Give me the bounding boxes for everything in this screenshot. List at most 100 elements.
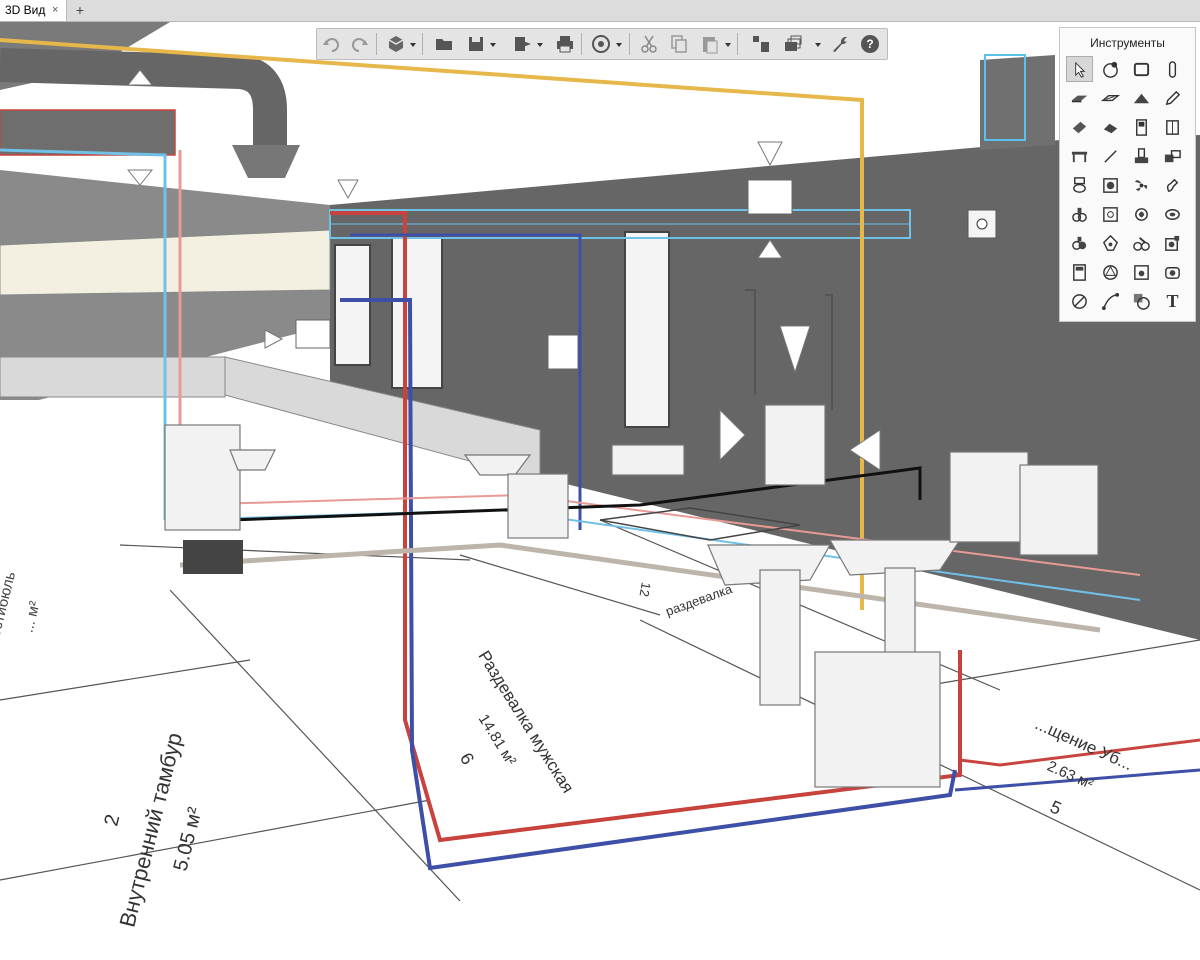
close-icon[interactable]: × xyxy=(52,0,58,21)
room-number: 2 xyxy=(100,812,125,829)
chevron-down-icon xyxy=(725,43,731,47)
table-tool-button[interactable] xyxy=(1066,143,1093,169)
help-button[interactable]: ? xyxy=(859,33,881,55)
open-button[interactable] xyxy=(433,33,455,55)
window-tool-button[interactable] xyxy=(1159,114,1186,140)
heater-tool-icon xyxy=(1103,206,1118,222)
wall-tool-icon xyxy=(1133,62,1150,76)
duct-fitting-tool-button[interactable] xyxy=(1159,143,1186,169)
export-button[interactable] xyxy=(511,33,533,55)
export-dropdown[interactable] xyxy=(536,33,544,55)
valve-tool-button[interactable] xyxy=(1159,172,1186,198)
cursor-tool-icon xyxy=(1075,61,1086,78)
print-icon xyxy=(557,36,573,53)
pump-tool-button[interactable] xyxy=(1066,201,1093,227)
mixer-tool-button[interactable] xyxy=(1128,230,1155,256)
heater-tool-button[interactable] xyxy=(1097,201,1124,227)
roof-tool-icon xyxy=(1133,93,1150,103)
slab-tool-icon xyxy=(1071,95,1088,102)
panel-title: Инструменты xyxy=(1090,36,1165,50)
room-number: 6 xyxy=(455,749,479,769)
radiator-tool-button[interactable] xyxy=(1128,201,1155,227)
line-tool-button[interactable] xyxy=(1097,143,1124,169)
redo-button[interactable] xyxy=(348,33,370,55)
filter-tool-icon xyxy=(1072,236,1087,250)
paste-button[interactable] xyxy=(699,33,721,55)
measure-tool-button[interactable] xyxy=(1066,288,1093,314)
viewport-3d[interactable]: Вестибюль ... м² 2 Внутренний тамбур 5.0… xyxy=(0,22,1200,930)
beam-tool-button[interactable] xyxy=(1066,114,1093,140)
boiler-tool-icon xyxy=(1103,177,1118,193)
stair-tool-button[interactable] xyxy=(1097,114,1124,140)
open-folder-icon xyxy=(436,39,452,50)
hatch-tool-button[interactable] xyxy=(1128,288,1155,314)
meter-tool-icon xyxy=(1134,264,1149,280)
cabinet-tool-button[interactable] xyxy=(1066,259,1093,285)
filter-tool-button[interactable] xyxy=(1066,230,1093,256)
roof-tool-button[interactable] xyxy=(1128,85,1155,111)
undo-button[interactable] xyxy=(321,33,343,55)
fan-tool-button[interactable] xyxy=(1128,172,1155,198)
layers-dropdown[interactable] xyxy=(814,33,822,55)
room-area: 2.63 м² xyxy=(1044,757,1096,794)
measure-tool-icon xyxy=(1072,293,1087,309)
beam-tool-icon xyxy=(1072,121,1087,133)
door-tool-icon xyxy=(1136,118,1147,136)
tab-bar: 3D Вид × + xyxy=(0,0,1200,22)
layers-button[interactable] xyxy=(782,33,804,55)
table-tool-icon xyxy=(1071,151,1088,162)
toilet-tool-button[interactable] xyxy=(1066,172,1093,198)
camera-tool-button[interactable] xyxy=(1159,259,1186,285)
pipe-fitting-tool-icon xyxy=(1134,147,1149,163)
camera-tool-icon xyxy=(1165,266,1180,279)
print-button[interactable] xyxy=(554,33,576,55)
gear-tool-button[interactable] xyxy=(1097,259,1124,285)
add-tab-button[interactable]: + xyxy=(72,0,88,21)
socket-tool-button[interactable] xyxy=(1159,230,1186,256)
chevron-down-icon xyxy=(616,43,622,47)
tank-tool-button[interactable] xyxy=(1159,201,1186,227)
settings-button[interactable] xyxy=(829,33,851,55)
save-dropdown[interactable] xyxy=(489,33,497,55)
pipe-fitting-tool-button[interactable] xyxy=(1128,143,1155,169)
route-tool-icon xyxy=(1101,292,1120,310)
mixer-tool-icon xyxy=(1133,236,1150,251)
text-tool-button[interactable]: T xyxy=(1159,288,1186,314)
cursor-tool-button[interactable] xyxy=(1066,56,1093,82)
view-3d-button[interactable] xyxy=(385,33,407,55)
node-tool-button[interactable] xyxy=(1097,56,1124,82)
slab-tool-button[interactable] xyxy=(1066,85,1093,111)
save-button[interactable] xyxy=(465,33,487,55)
node-tool-icon xyxy=(1103,61,1118,78)
floor-tool-button[interactable] xyxy=(1097,85,1124,111)
meter-tool-button[interactable] xyxy=(1128,259,1155,285)
copy-icon xyxy=(671,35,687,53)
properties-button[interactable] xyxy=(750,33,772,55)
wall-tool-button[interactable] xyxy=(1128,56,1155,82)
wrench-icon xyxy=(833,36,847,52)
column-tool-button[interactable] xyxy=(1159,56,1186,82)
route-tool-button[interactable] xyxy=(1097,288,1124,314)
toilet-tool-icon xyxy=(1073,176,1086,193)
window-tool-icon xyxy=(1166,119,1179,135)
lamp-tool-button[interactable] xyxy=(1097,230,1124,256)
pencil-tool-icon xyxy=(1165,90,1181,105)
door-tool-button[interactable] xyxy=(1128,114,1155,140)
pencil-tool-button[interactable] xyxy=(1159,85,1186,111)
paste-dropdown[interactable] xyxy=(724,33,732,55)
room-name: Вестибюль xyxy=(0,569,19,649)
tab-3d-view[interactable]: 3D Вид × xyxy=(0,0,67,21)
copy-button[interactable] xyxy=(668,33,690,55)
main-toolbar: ? xyxy=(316,28,888,60)
view-3d-dropdown[interactable] xyxy=(409,33,417,55)
render-dropdown[interactable] xyxy=(615,33,623,55)
room-area: 14.81 м² xyxy=(474,711,520,769)
render-settings-button[interactable] xyxy=(590,33,612,55)
chevron-down-icon xyxy=(537,43,543,47)
cabinet-tool-icon xyxy=(1073,263,1086,281)
svg-text:?: ? xyxy=(866,37,873,51)
help-icon: ? xyxy=(861,35,879,53)
boiler-tool-button[interactable] xyxy=(1097,172,1124,198)
lamp-tool-icon xyxy=(1102,234,1119,251)
cut-button[interactable] xyxy=(638,33,660,55)
